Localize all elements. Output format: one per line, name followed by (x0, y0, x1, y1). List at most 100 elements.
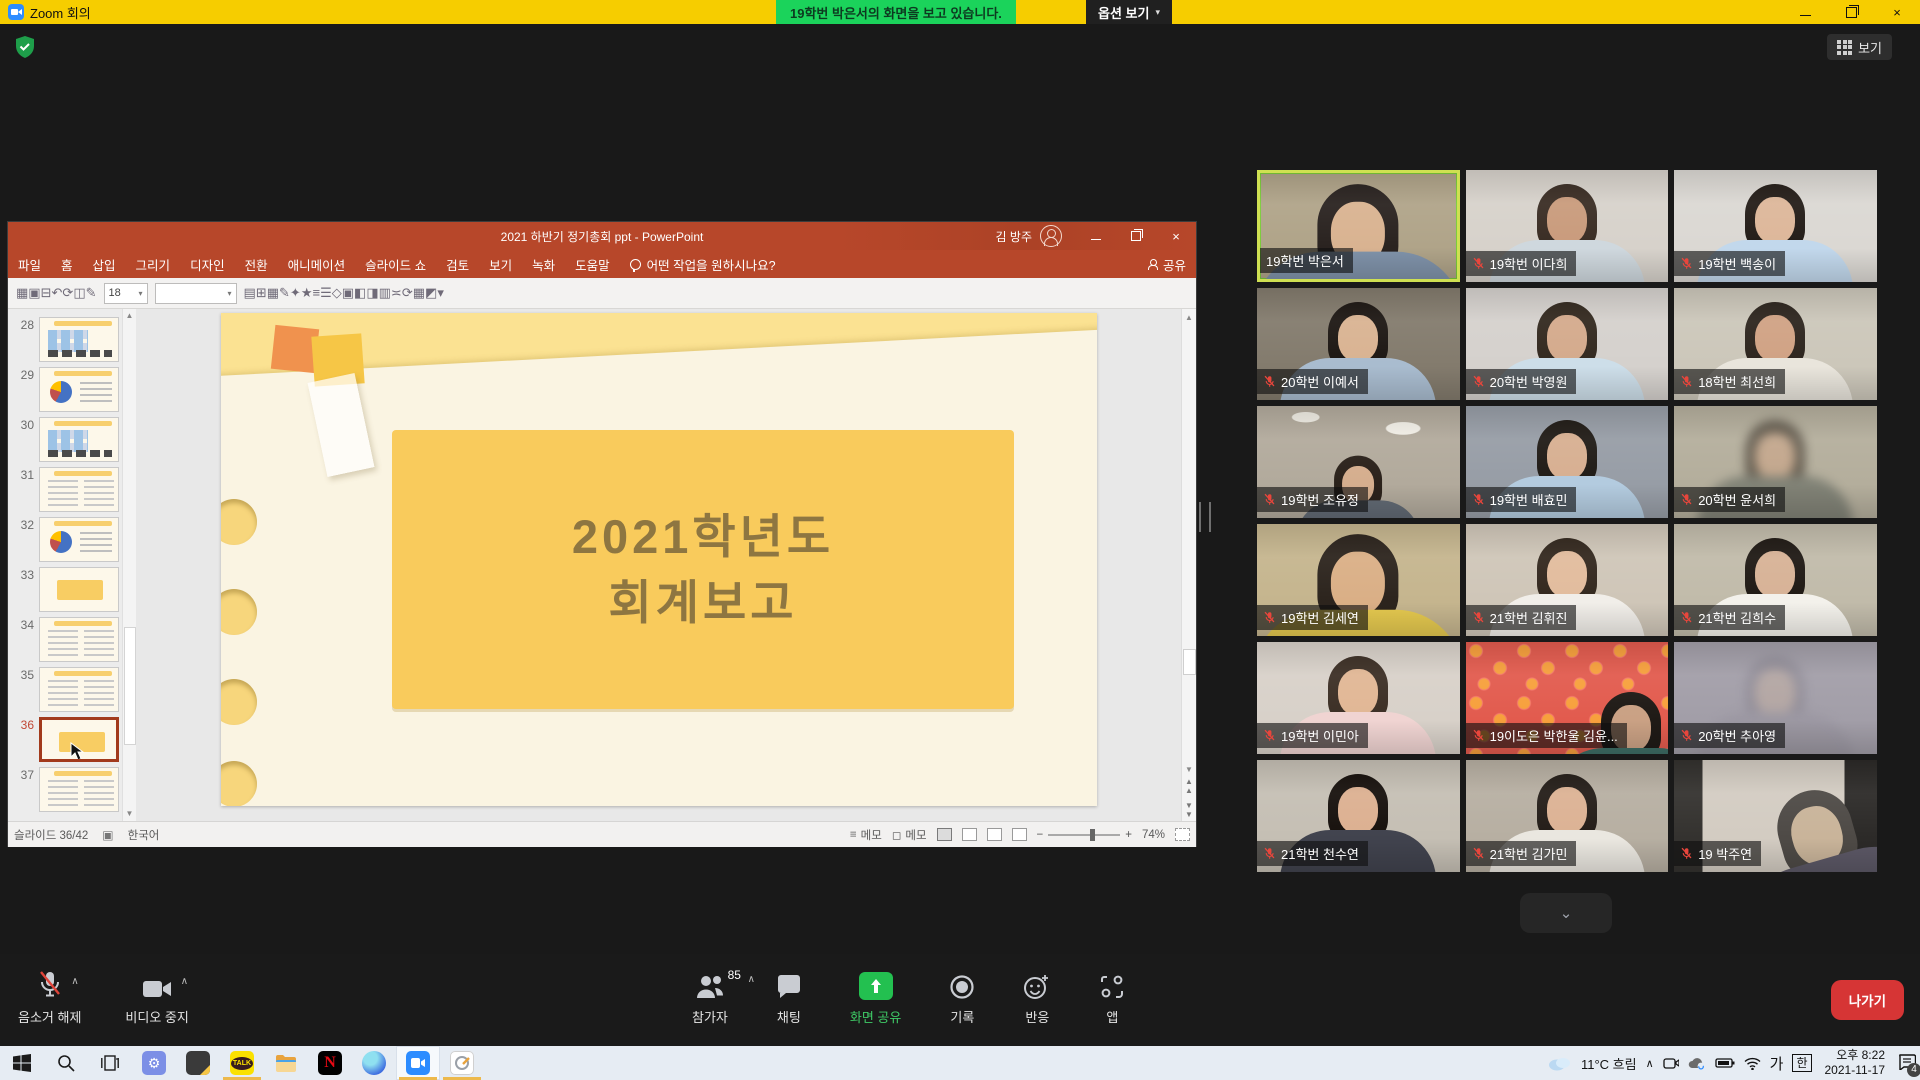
share-screen-button[interactable]: 화면 공유 (850, 970, 901, 1026)
zoom-slider[interactable]: −+ (1037, 829, 1132, 841)
record-button[interactable]: 기록 (949, 970, 975, 1026)
group-icon[interactable]: ◧ (354, 285, 366, 300)
font-name-select[interactable]: ▾ (155, 283, 237, 304)
search-button[interactable] (44, 1046, 88, 1080)
panel-resize-handle[interactable] (1199, 502, 1211, 532)
tab-transitions[interactable]: 전환 (235, 250, 278, 278)
slide-thumbnail-28[interactable]: 28 (8, 317, 136, 367)
share-button[interactable]: 공유 (1148, 255, 1186, 274)
slide-thumbnail-33[interactable]: 33 (8, 567, 136, 617)
scroll-down-icon[interactable]: ▼ (123, 807, 136, 821)
reactions-button[interactable]: 반응 (1023, 970, 1051, 1026)
layout-icon[interactable]: ⊞ (256, 285, 267, 300)
chevron-up-icon[interactable]: ∧ (71, 976, 78, 987)
slide-thumbnail-30[interactable]: 30 (8, 417, 136, 467)
battery-icon[interactable] (1715, 1057, 1735, 1069)
tab-insert[interactable]: 삽입 (83, 250, 126, 278)
video-tile[interactable]: 19 박주연 (1674, 760, 1877, 872)
video-tile[interactable]: 19학번 이민아 (1257, 642, 1460, 754)
tab-slideshow[interactable]: 슬라이드 쇼 (355, 250, 436, 278)
draw-pen-icon[interactable]: ✎ (86, 285, 97, 300)
effect-icon[interactable]: ✦ (290, 285, 301, 300)
camera-device-icon[interactable] (1663, 1056, 1679, 1070)
slide-thumbnail-34[interactable]: 34 (8, 617, 136, 667)
save-icon[interactable]: ▦ (16, 285, 28, 300)
ungroup-icon[interactable]: ◨ (366, 285, 378, 300)
video-tile[interactable]: 19학번 백송이 (1674, 170, 1877, 282)
account-avatar-icon[interactable] (1040, 225, 1062, 247)
onedrive-icon[interactable] (1688, 1057, 1706, 1070)
slide-scrollbar[interactable]: ▲ ▼ ▲▲ ▼▼ (1181, 309, 1196, 821)
video-tile[interactable]: 19학번 김세연 (1257, 524, 1460, 636)
bring-forward-icon[interactable]: ▥ (379, 285, 391, 300)
video-tile[interactable]: 19학번 배효민 (1466, 406, 1669, 518)
taskbar-kakaotalk-app[interactable]: TALK (220, 1046, 264, 1080)
thumbnail-scrollbar[interactable]: ▲ ▼ (122, 309, 136, 821)
scrollbar-thumb[interactable] (124, 627, 136, 745)
tab-design[interactable]: 디자인 (180, 250, 235, 278)
table-icon[interactable]: ▦ (267, 285, 279, 300)
shape-edit-icon[interactable]: ✎ (279, 285, 290, 300)
video-tile[interactable]: 20학번 이예서 (1257, 288, 1460, 400)
tray-expand-icon[interactable]: ∧ (1646, 1057, 1654, 1070)
taskbar-whale-browser[interactable] (352, 1046, 396, 1080)
scroll-up-icon[interactable]: ▲ (123, 309, 136, 323)
taskbar-paint-app[interactable] (440, 1046, 484, 1080)
video-tile[interactable]: 21학번 김휘진 (1466, 524, 1669, 636)
ime-mode[interactable]: 가 (1770, 1053, 1784, 1074)
more-commands-icon[interactable]: ▾ (437, 285, 444, 300)
reading-view-button[interactable] (987, 828, 1002, 841)
normal-view-button[interactable] (937, 828, 952, 841)
tab-record[interactable]: 녹화 (522, 250, 565, 278)
picture-icon[interactable]: ▦ (413, 285, 425, 300)
zoom-slider-thumb[interactable] (1090, 829, 1095, 841)
leave-meeting-button[interactable]: 나가기 (1831, 980, 1904, 1020)
new-slide-icon[interactable]: ▤ (244, 285, 256, 300)
star-icon[interactable]: ★ (301, 285, 313, 300)
tab-help[interactable]: 도움말 (565, 250, 620, 278)
taskbar-netflix-app[interactable]: N (308, 1046, 352, 1080)
video-tile[interactable]: 21학번 천수연 (1257, 760, 1460, 872)
slide-thumbnail-32[interactable]: 32 (8, 517, 136, 567)
chevron-up-icon[interactable]: ∧ (181, 976, 188, 987)
ppt-close-button[interactable]: × (1156, 222, 1196, 250)
chevron-up-icon[interactable]: ∧ (748, 974, 755, 985)
close-button[interactable]: × (1874, 0, 1920, 24)
taskbar-clock[interactable]: 오후 8:22 2021-11-17 (1825, 1048, 1886, 1078)
previous-slide-button[interactable]: ▲▲ (1182, 777, 1196, 795)
start-slideshow-icon[interactable]: ◫ (73, 285, 85, 300)
taskbar-settings-app[interactable]: ⚙ (132, 1046, 176, 1080)
slide-thumbnail-36[interactable]: 36 (8, 717, 136, 767)
slide-thumbnail-37[interactable]: 37 (8, 767, 136, 817)
tab-file[interactable]: 파일 (8, 250, 51, 278)
language-status[interactable]: 한국어 (128, 827, 160, 843)
slide-sorter-view-button[interactable] (962, 828, 977, 841)
minimize-button[interactable] (1782, 0, 1828, 24)
chat-button[interactable]: 채팅 (776, 970, 802, 1026)
tab-animations[interactable]: 애니메이션 (278, 250, 356, 278)
current-slide[interactable]: 2021학년도 회계보고 (221, 313, 1097, 806)
taskbar-notepad-app[interactable] (176, 1046, 220, 1080)
video-tile[interactable]: 20학번 추아영 (1674, 642, 1877, 754)
comments-button[interactable]: ◻메모 (892, 827, 927, 843)
fit-to-window-icon[interactable] (1175, 828, 1190, 841)
scroll-down-icon[interactable]: ▼ (1182, 763, 1196, 777)
slide-thumbnail-29[interactable]: 29 (8, 367, 136, 417)
line-spacing-icon[interactable]: ☰ (320, 285, 332, 300)
weather-text[interactable]: 11°C 흐림 (1581, 1054, 1637, 1073)
taskbar-zoom-app[interactable] (396, 1046, 440, 1080)
unmute-button[interactable]: ∧ 음소거 해제 (18, 970, 81, 1026)
fill-color-icon[interactable]: ◩ (425, 285, 437, 300)
taskbar-file-explorer[interactable] (264, 1046, 308, 1080)
video-tile[interactable]: 19학번 박은서 (1257, 170, 1460, 282)
start-button[interactable] (0, 1046, 44, 1080)
tab-view[interactable]: 보기 (479, 250, 522, 278)
redo-icon[interactable]: ⟳ (62, 285, 73, 300)
print-icon[interactable]: ⊟ (41, 285, 52, 300)
font-size-select[interactable]: 18▾ (104, 283, 148, 304)
video-tile[interactable]: 18학번 최선희 (1674, 288, 1877, 400)
save-as-icon[interactable]: ▣ (28, 285, 40, 300)
video-tile[interactable]: 19학번 이다희 (1466, 170, 1669, 282)
tell-me-search[interactable]: 어떤 작업을 원하시나요? (630, 255, 776, 274)
video-tile[interactable]: 20학번 박영원 (1466, 288, 1669, 400)
